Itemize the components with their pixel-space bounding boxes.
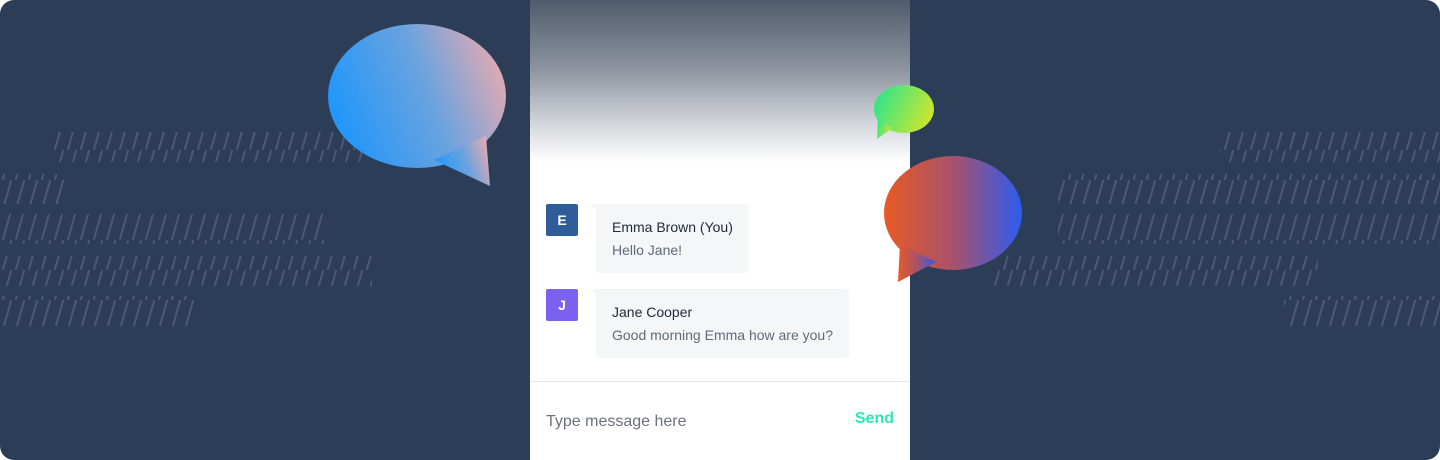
message-composer: Send: [530, 381, 910, 460]
chat-header: [530, 0, 910, 162]
message-bubble: Emma Brown (You) Hello Jane!: [590, 204, 749, 273]
message-sender: Jane Cooper: [612, 304, 693, 320]
avatar: J: [546, 289, 578, 321]
avatar: E: [546, 204, 578, 236]
hero-banner: E Emma Brown (You) Hello Jane! J Jane Co…: [0, 0, 1440, 460]
message-bubble: Jane Cooper Good morning Emma how are yo…: [590, 289, 849, 358]
blue-pink-chat-bubble-icon: [328, 24, 506, 186]
message-sender: Emma Brown (You): [612, 219, 733, 235]
send-button[interactable]: Send: [855, 410, 894, 428]
message-text: Good morning Emma how are you?: [612, 327, 833, 343]
green-chat-bubble-icon: [874, 85, 934, 139]
message-text: Hello Jane!: [612, 242, 683, 258]
chat-window: E Emma Brown (You) Hello Jane! J Jane Co…: [530, 0, 910, 460]
message-input[interactable]: [546, 408, 826, 436]
orange-blue-chat-bubble-icon: [884, 156, 1022, 282]
